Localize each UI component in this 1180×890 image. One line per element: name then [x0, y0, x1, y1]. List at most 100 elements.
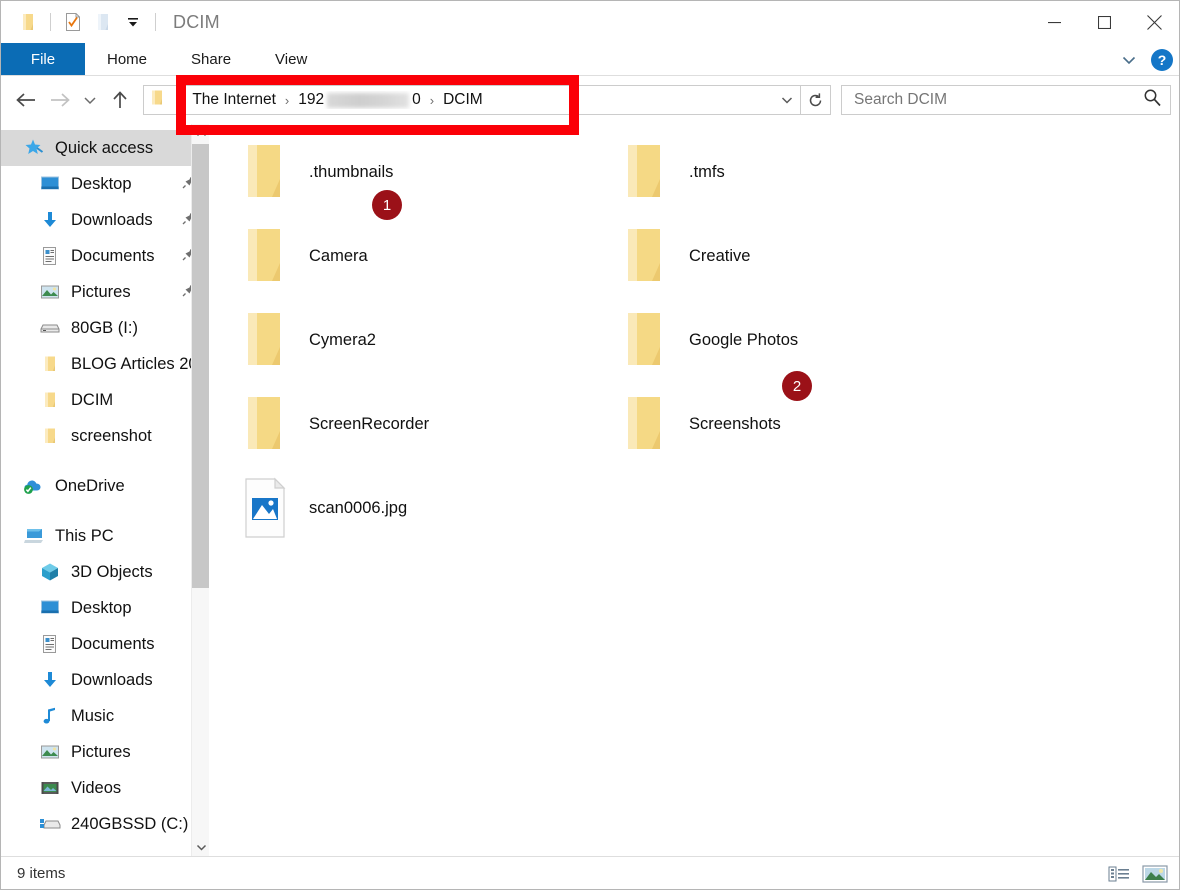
- folder-icon: [39, 353, 61, 375]
- sidebar-label-3d-objects: 3D Objects: [71, 562, 153, 581]
- address-dropdown-chevron-down-icon[interactable]: [774, 86, 800, 114]
- item-count: 9 items: [17, 864, 66, 882]
- sidebar-label-onedrive: OneDrive: [55, 476, 125, 495]
- sidebar-item-blog-articles[interactable]: BLOG Articles 20: [1, 346, 209, 382]
- folder-icon: [619, 393, 671, 455]
- list-item[interactable]: .thumbnails: [239, 130, 393, 214]
- sidebar-item-80gb-drive[interactable]: 80GB (I:): [1, 310, 209, 346]
- status-bar: 9 items: [1, 856, 1179, 889]
- ribbon-controls: ?: [1115, 43, 1173, 76]
- list-item[interactable]: ScreenRecorder: [239, 382, 429, 466]
- search-icon[interactable]: [1143, 88, 1162, 112]
- file-name: .thumbnails: [309, 162, 394, 181]
- scroll-up-chevron-icon[interactable]: [192, 124, 209, 142]
- file-list-pane[interactable]: .thumbnails .tmfs Camera Creative Cymera…: [209, 124, 1179, 856]
- 3d-objects-icon: [39, 561, 61, 583]
- folder-icon: [239, 309, 291, 371]
- sidebar-item-documents[interactable]: Documents: [1, 238, 209, 274]
- list-item[interactable]: Cymera2: [239, 298, 376, 382]
- sidebar-item-pictures-pc[interactable]: Pictures: [1, 734, 209, 770]
- image-file-icon: [239, 477, 291, 539]
- sidebar-label-downloads-pc: Downloads: [71, 670, 153, 689]
- chevron-down-icon[interactable]: [118, 7, 148, 37]
- sidebar-item-pictures[interactable]: Pictures: [1, 274, 209, 310]
- file-grid: .thumbnails .tmfs Camera Creative Cymera…: [209, 124, 1179, 538]
- breadcrumb-separator-2[interactable]: ›: [423, 93, 441, 108]
- file-name: Camera: [309, 246, 368, 265]
- list-item[interactable]: Google Photos: [619, 298, 798, 382]
- sidebar-item-documents-pc[interactable]: Documents: [1, 626, 209, 662]
- sidebar-item-desktop-pc[interactable]: Desktop: [1, 590, 209, 626]
- file-name: Cymera2: [309, 330, 376, 349]
- tab-home[interactable]: Home: [85, 43, 169, 75]
- breadcrumb-path: › The Internet › 192 0 › DCIM: [172, 91, 774, 109]
- help-button[interactable]: ?: [1151, 48, 1173, 71]
- sidebar-item-this-pc[interactable]: This PC: [1, 518, 209, 554]
- search-input[interactable]: Search DCIM: [841, 85, 1171, 115]
- sidebar-label-240gbssd: 240GBSSD (C:): [71, 814, 189, 833]
- list-item[interactable]: Camera: [239, 214, 368, 298]
- breadcrumb-item-host-suffix[interactable]: 0: [410, 91, 423, 109]
- quick-access-toolbar: [13, 7, 163, 37]
- minimize-button[interactable]: [1029, 1, 1079, 43]
- navigation-pane: Quick access Desktop Downloads Documents…: [1, 124, 209, 856]
- sidebar-item-downloads[interactable]: Downloads: [1, 202, 209, 238]
- breadcrumb-item-internet[interactable]: The Internet: [190, 91, 278, 109]
- breadcrumb[interactable]: › The Internet › 192 0 › DCIM: [143, 85, 801, 115]
- breadcrumb-item-host-prefix[interactable]: 192: [296, 91, 326, 109]
- sidebar-label-this-pc: This PC: [55, 526, 114, 545]
- forward-button[interactable]: [43, 83, 77, 117]
- sidebar-item-desktop[interactable]: Desktop: [1, 166, 209, 202]
- sidebar-item-240gbssd[interactable]: 240GBSSD (C:): [1, 806, 209, 842]
- file-name: Screenshots: [689, 414, 781, 433]
- sidebar-item-quick-access[interactable]: Quick access: [1, 130, 209, 166]
- sidebar-item-screenshot[interactable]: screenshot: [1, 418, 209, 454]
- properties-icon[interactable]: [58, 7, 88, 37]
- scroll-down-chevron-icon[interactable]: [192, 838, 209, 856]
- onedrive-icon: [23, 475, 45, 497]
- up-button[interactable]: [103, 83, 137, 117]
- maximize-button[interactable]: [1079, 1, 1129, 43]
- close-button[interactable]: [1129, 1, 1179, 43]
- folder-icon[interactable]: [13, 7, 43, 37]
- expand-ribbon-chevron-down-icon[interactable]: [1115, 46, 1143, 74]
- list-item[interactable]: Creative: [619, 214, 750, 298]
- sidebar-item-downloads-pc[interactable]: Downloads: [1, 662, 209, 698]
- sidebar-item-music[interactable]: Music: [1, 698, 209, 734]
- sidebar-scrollbar[interactable]: [191, 124, 209, 856]
- recent-locations-chevron-down-icon[interactable]: [77, 83, 103, 117]
- list-item[interactable]: .tmfs: [619, 130, 725, 214]
- breadcrumb-separator-1[interactable]: ›: [278, 93, 296, 108]
- address-bar: › The Internet › 192 0 › DCIM Search DCIM: [1, 76, 1179, 124]
- list-item[interactable]: Screenshots: [619, 382, 781, 466]
- tab-file[interactable]: File: [1, 43, 85, 75]
- list-item[interactable]: scan0006.jpg: [239, 466, 407, 550]
- file-name: ScreenRecorder: [309, 414, 430, 433]
- tab-view[interactable]: View: [253, 43, 329, 75]
- folder-icon: [39, 389, 61, 411]
- tab-share[interactable]: Share: [169, 43, 253, 75]
- large-icons-view-icon[interactable]: [1141, 861, 1169, 887]
- breadcrumb-item-dcim[interactable]: DCIM: [441, 91, 485, 109]
- sidebar-label-pictures: Pictures: [71, 282, 131, 301]
- sidebar-item-3d-objects[interactable]: 3D Objects: [1, 554, 209, 590]
- breadcrumb-separator-0[interactable]: ›: [172, 93, 190, 108]
- back-button[interactable]: [9, 83, 43, 117]
- explorer-body: Quick access Desktop Downloads Documents…: [1, 124, 1179, 856]
- sidebar-item-onedrive[interactable]: OneDrive: [1, 468, 209, 504]
- toolbar-divider: [50, 13, 51, 31]
- videos-icon: [39, 777, 61, 799]
- sidebar-item-dcim[interactable]: DCIM: [1, 382, 209, 418]
- annotation-badge-1: 1: [372, 190, 402, 220]
- refresh-button[interactable]: [801, 85, 831, 115]
- window-title: DCIM: [173, 11, 220, 32]
- new-folder-icon[interactable]: [88, 7, 118, 37]
- details-view-icon[interactable]: [1105, 861, 1133, 887]
- sidebar-label-desktop: Desktop: [71, 174, 132, 193]
- desktop-icon: [39, 597, 61, 619]
- sidebar-item-videos[interactable]: Videos: [1, 770, 209, 806]
- file-name: Creative: [689, 246, 751, 265]
- pictures-icon: [39, 741, 61, 763]
- scrollbar-thumb[interactable]: [192, 144, 209, 588]
